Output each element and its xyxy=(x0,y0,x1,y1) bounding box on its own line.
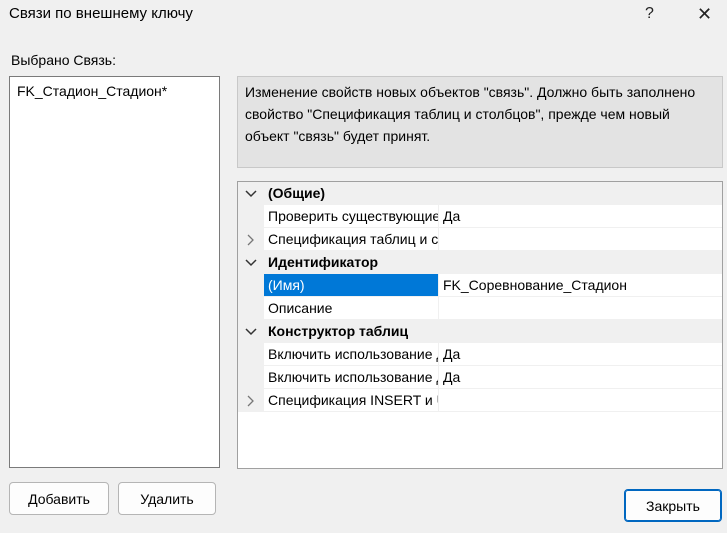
property-row[interactable]: Проверить существующие Да xyxy=(238,205,722,228)
property-value[interactable] xyxy=(439,228,722,250)
property-value[interactable]: Да xyxy=(439,205,722,227)
chevron-right-icon[interactable] xyxy=(238,228,264,251)
property-name[interactable]: Спецификация таблиц и столбцов xyxy=(264,228,438,250)
add-button[interactable]: Добавить xyxy=(9,482,109,515)
property-value-input[interactable]: FK_Соревнование_Стадион xyxy=(439,274,722,296)
category-label: Идентификатор xyxy=(268,254,379,270)
chevron-down-icon[interactable] xyxy=(238,182,264,205)
property-name[interactable]: Описание xyxy=(264,297,438,319)
property-row[interactable]: Включить использование для INSERT и UPDA… xyxy=(238,366,722,389)
list-item[interactable]: FK_Стадион_Стадион* xyxy=(17,83,167,99)
info-message: Изменение свойств новых объектов "связь"… xyxy=(237,76,723,168)
chevron-down-icon[interactable] xyxy=(238,320,264,343)
property-value[interactable]: Да xyxy=(439,366,722,388)
property-value[interactable] xyxy=(439,389,722,411)
close-icon[interactable]: ✕ xyxy=(682,0,727,28)
category-label: (Общие) xyxy=(268,185,326,201)
property-name-selected[interactable]: (Имя) xyxy=(264,274,438,296)
property-row[interactable]: Спецификация INSERT и UPDATE xyxy=(238,389,722,412)
property-name[interactable]: Включить использование для INSERT и UPDA… xyxy=(264,366,438,388)
property-row[interactable]: (Имя) FK_Соревнование_Стадион xyxy=(238,274,722,297)
delete-button[interactable]: Удалить xyxy=(118,482,216,515)
property-value[interactable] xyxy=(439,297,722,319)
help-icon[interactable]: ? xyxy=(627,0,672,28)
chevron-right-icon[interactable] xyxy=(238,389,264,412)
window-title: Связи по внешнему ключу xyxy=(9,5,193,22)
property-name[interactable]: Проверить существующие xyxy=(264,205,438,227)
relations-list[interactable]: FK_Стадион_Стадион* xyxy=(9,76,220,468)
property-row[interactable]: Описание xyxy=(238,297,722,320)
property-grid[interactable]: (Общие) Проверить существующие Да Специф… xyxy=(237,181,723,469)
property-row[interactable]: Включить использование для репликации Да xyxy=(238,343,722,366)
category-table-designer[interactable]: Конструктор таблиц xyxy=(238,320,722,343)
chevron-down-icon[interactable] xyxy=(238,251,264,274)
property-value[interactable]: Да xyxy=(439,343,722,365)
selected-relations-label: Выбрано Связь: xyxy=(11,52,116,68)
property-name[interactable]: Включить использование для репликации xyxy=(264,343,438,365)
category-general[interactable]: (Общие) xyxy=(238,182,722,205)
property-name[interactable]: Спецификация INSERT и UPDATE xyxy=(264,389,438,411)
close-button[interactable]: Закрыть xyxy=(624,489,722,522)
category-label: Конструктор таблиц xyxy=(268,323,409,339)
property-row[interactable]: Спецификация таблиц и столбцов xyxy=(238,228,722,251)
category-identifier[interactable]: Идентификатор xyxy=(238,251,722,274)
